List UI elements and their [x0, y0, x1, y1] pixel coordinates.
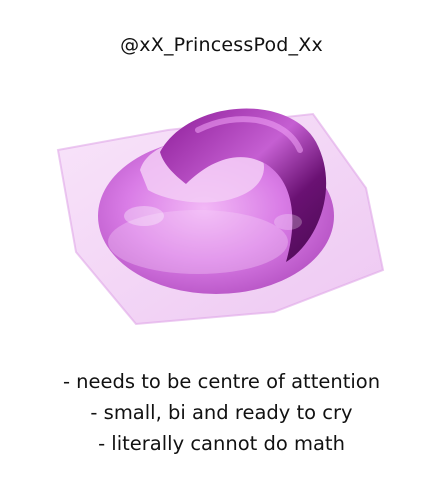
detergent-pod-icon	[56, 108, 385, 326]
description-line: - literally cannot do math	[98, 432, 345, 455]
description-line: - small, bi and ready to cry	[90, 401, 353, 424]
pod-highlight	[274, 214, 302, 230]
username-handle: @xX_PrincessPod_Xx	[120, 34, 323, 56]
pod-highlight	[124, 206, 164, 226]
description-line: - needs to be centre of attention	[62, 370, 381, 393]
description-list: - needs to be centre of attention - smal…	[0, 366, 443, 459]
